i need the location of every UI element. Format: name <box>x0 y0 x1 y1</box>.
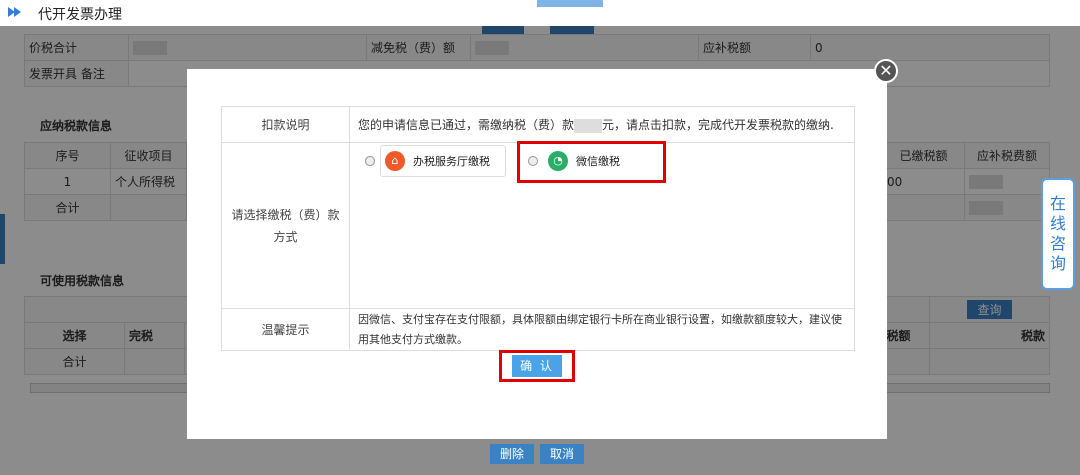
arrow-icon-2 <box>14 7 21 17</box>
option-hall-overlay[interactable]: ⌂ 办税服务厅缴税 <box>357 145 505 177</box>
page-title: 代开发票办理 <box>38 7 122 23</box>
delete-button[interactable]: 删除 <box>490 444 534 464</box>
deduct-text-b: 元，请点击扣款，完成代开发票税款的缴纳. <box>602 118 834 132</box>
radio-hall-dot[interactable] <box>365 156 375 166</box>
masked-amount <box>574 118 603 133</box>
option-hall-text: 办税服务厅缴税 <box>413 155 490 168</box>
home-icon-2: ⌂ <box>385 151 405 171</box>
deduct-text-a: 您的申请信息已通过，需缴纳税（费）款 <box>358 118 575 132</box>
confirm-highlight <box>499 350 575 382</box>
deduct-text: 您的申请信息已通过，需缴纳税（费）款 元，请点击扣款，完成代开发票税款的缴纳. <box>349 106 855 143</box>
close-icon[interactable]: ✕ <box>874 59 898 83</box>
wechat-highlight <box>517 141 666 183</box>
method-label: 请选择缴税（费）款方式 <box>221 142 350 309</box>
deduct-label: 扣款说明 <box>221 106 350 143</box>
cancel-button[interactable]: 取消 <box>540 444 584 464</box>
tip-text: 因微信、支付宝存在支付限额，具体限额由绑定银行卡所在商业银行设置，如缴款额度较大… <box>349 308 855 351</box>
top-tab[interactable] <box>537 0 603 7</box>
online-consult-widget[interactable]: 在线咨询 <box>1041 178 1075 290</box>
tip-label: 温馨提示 <box>221 308 350 351</box>
online-consult-label: 在线咨询 <box>1050 194 1067 273</box>
